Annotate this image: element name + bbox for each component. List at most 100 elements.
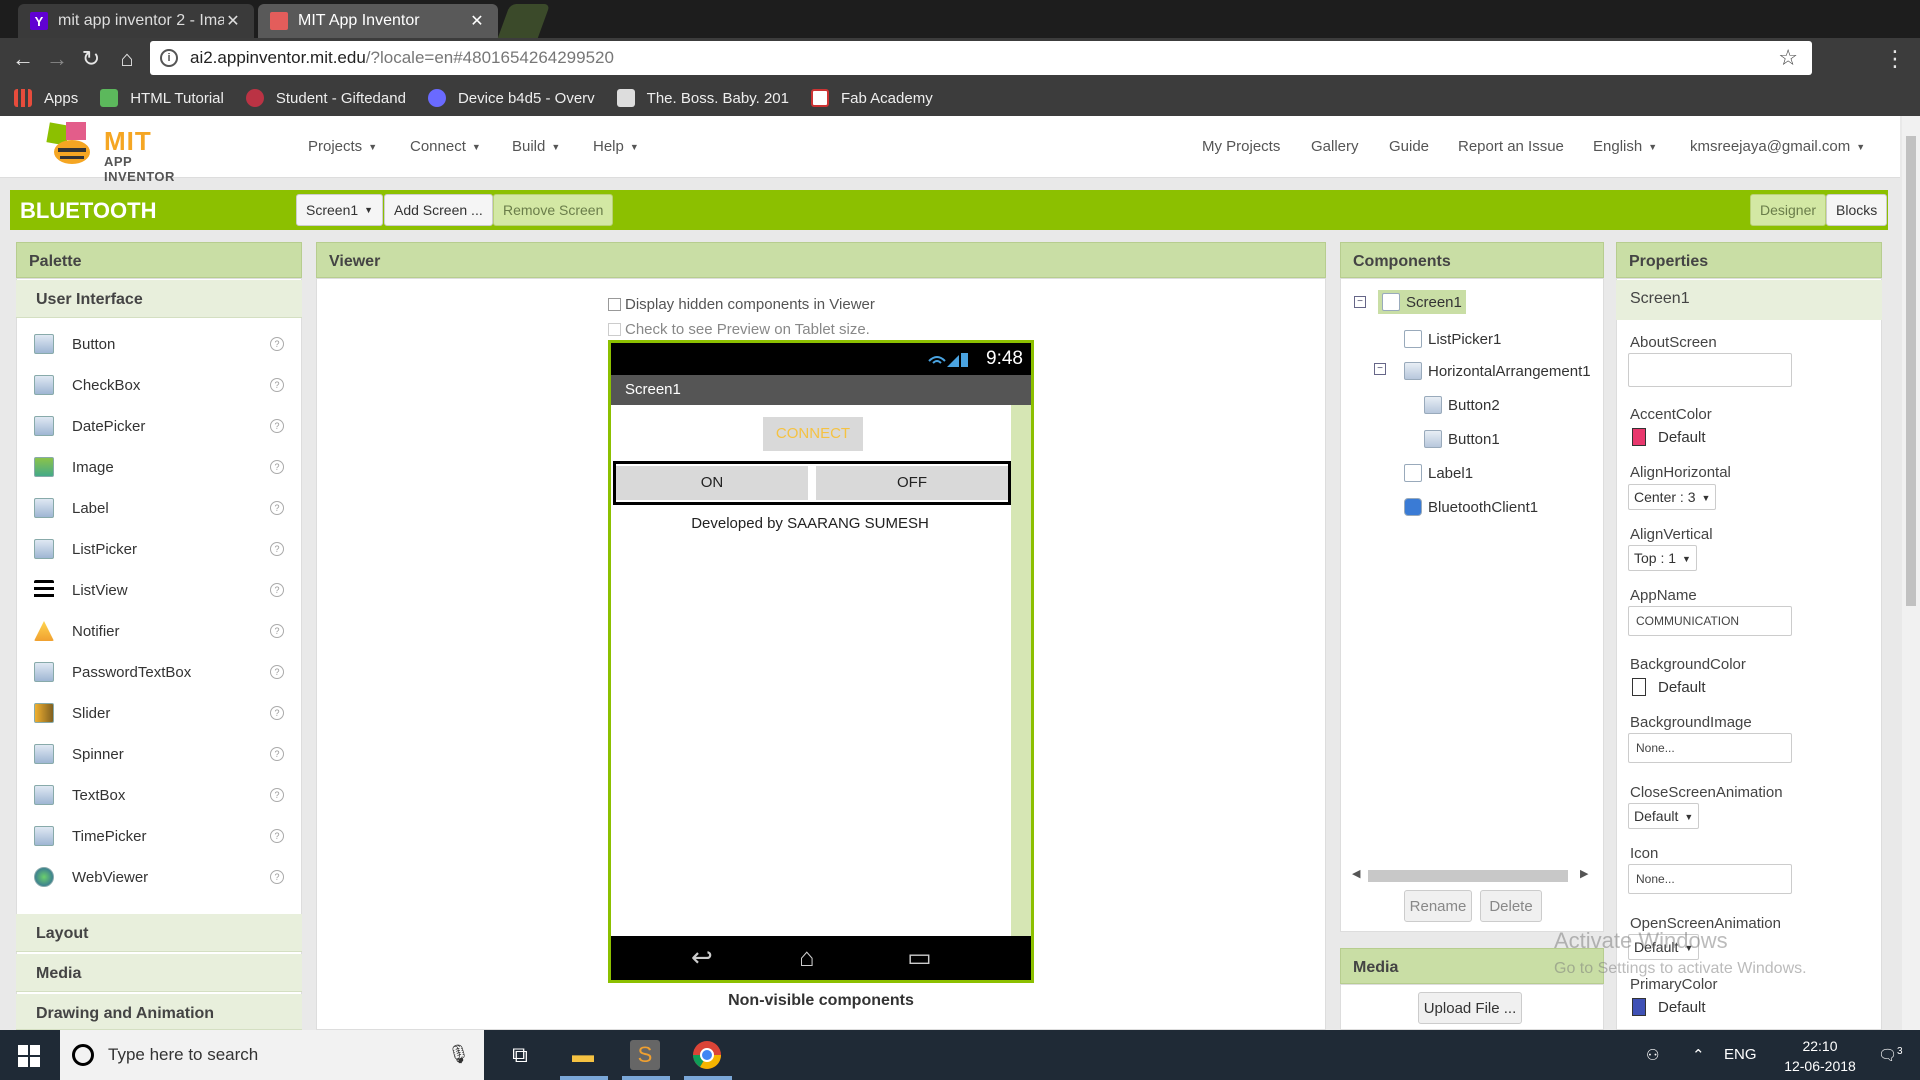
remove-screen-button[interactable]: Remove Screen <box>493 194 614 226</box>
link-gallery[interactable]: Gallery <box>1311 138 1359 155</box>
collapse-icon[interactable]: − <box>1354 296 1366 308</box>
help-icon[interactable]: ? <box>270 624 284 638</box>
upload-file-button[interactable]: Upload File ... <box>1418 992 1522 1024</box>
screen-select[interactable]: Screen1 ▼ <box>296 194 384 226</box>
tree-bluetoothclient1[interactable]: BluetoothClient1 <box>1404 498 1538 516</box>
palette-item-passwordtextbox[interactable]: PasswordTextBox? <box>16 652 302 692</box>
link-guide[interactable]: Guide <box>1389 138 1429 155</box>
help-icon[interactable]: ? <box>270 460 284 474</box>
palette-item-checkbox[interactable]: CheckBox? <box>16 365 302 405</box>
tray-chevron-icon[interactable]: ⌃ <box>1692 1046 1705 1064</box>
display-hidden-checkbox[interactable]: Display hidden components in Viewer <box>608 296 875 313</box>
task-view-icon[interactable]: ⧉ <box>505 1040 535 1070</box>
help-icon[interactable]: ? <box>270 583 284 597</box>
connect-listpicker[interactable]: CONNECT <box>763 417 863 451</box>
help-icon[interactable]: ? <box>270 829 284 843</box>
help-icon[interactable]: ? <box>270 665 284 679</box>
palette-section-layout[interactable]: Layout <box>16 914 302 952</box>
mit-app-inventor-logo[interactable]: MIT APP INVENTOR <box>44 120 204 184</box>
palette-item-spinner[interactable]: Spinner? <box>16 734 302 774</box>
on-button[interactable]: ON <box>616 466 808 500</box>
components-hscroll[interactable]: ◀ ▶ <box>1348 866 1598 884</box>
info-icon[interactable]: i <box>160 49 178 67</box>
tablet-preview-checkbox[interactable]: Check to see Preview on Tablet size. <box>608 321 870 338</box>
palette-item-textbox[interactable]: TextBox? <box>16 775 302 815</box>
taskbar-search-box[interactable]: Type here to search 🎙 <box>60 1030 484 1080</box>
palette-item-timepicker[interactable]: TimePicker? <box>16 816 302 856</box>
add-screen-button[interactable]: Add Screen ... <box>384 194 493 226</box>
palette-item-listpicker[interactable]: ListPicker? <box>16 529 302 569</box>
reload-icon[interactable]: ↻ <box>78 46 104 72</box>
tree-horizontalarrangement1[interactable]: HorizontalArrangement1 <box>1404 362 1591 380</box>
scroll-left-icon[interactable]: ◀ <box>1352 867 1360 880</box>
address-bar[interactable]: i ai2.appinventor.mit.edu/?locale=en#480… <box>150 41 1812 75</box>
new-tab-button[interactable] <box>497 4 551 38</box>
primary-color-picker[interactable]: Default <box>1632 998 1706 1016</box>
blocks-button[interactable]: Blocks <box>1826 194 1888 226</box>
bookmark-html-tutorial[interactable]: HTML Tutorial <box>100 89 224 107</box>
palette-item-datepicker[interactable]: DatePicker? <box>16 406 302 446</box>
help-icon[interactable]: ? <box>270 870 284 884</box>
tree-label1[interactable]: Label1 <box>1404 464 1473 482</box>
browser-tab-app-inventor[interactable]: MIT App Inventor ✕ <box>258 4 498 38</box>
bookmark-fab-academy[interactable]: Fab Academy <box>810 89 933 107</box>
checkbox-box[interactable] <box>608 323 621 336</box>
palette-item-image[interactable]: Image? <box>16 447 302 487</box>
tree-listpicker1[interactable]: ListPicker1 <box>1404 330 1501 348</box>
link-my-projects[interactable]: My Projects <box>1202 138 1280 155</box>
collapse-icon[interactable]: − <box>1374 363 1386 375</box>
designer-button[interactable]: Designer <box>1750 194 1827 226</box>
close-animation-select[interactable]: Default ▼ <box>1628 803 1700 829</box>
icon-picker[interactable]: None... <box>1628 864 1792 894</box>
home-icon[interactable]: ⌂ <box>114 46 140 72</box>
tab-close-icon[interactable]: ✕ <box>224 11 242 31</box>
align-vertical-select[interactable]: Top : 1 ▼ <box>1628 545 1697 571</box>
windows-start-icon[interactable] <box>18 1045 40 1067</box>
checkbox-box[interactable] <box>608 298 621 311</box>
off-button[interactable]: OFF <box>816 466 1008 500</box>
file-explorer-icon[interactable]: ▬ <box>568 1040 598 1070</box>
help-icon[interactable]: ? <box>270 747 284 761</box>
people-icon[interactable]: ⚇ <box>1646 1046 1659 1064</box>
microphone-icon[interactable]: 🎙 <box>447 1044 470 1065</box>
palette-section-media[interactable]: Media <box>16 954 302 992</box>
notifications-icon[interactable]: 🗨3 <box>1878 1046 1903 1064</box>
language-indicator[interactable]: ENG <box>1724 1046 1757 1063</box>
appname-input[interactable]: COMMUNICATION <box>1628 606 1792 636</box>
help-icon[interactable]: ? <box>270 542 284 556</box>
accent-color-picker[interactable]: Default <box>1632 428 1706 446</box>
palette-item-listview[interactable]: ListView? <box>16 570 302 610</box>
help-icon[interactable]: ? <box>270 706 284 720</box>
help-icon[interactable]: ? <box>270 419 284 433</box>
palette-section-drawing-animation[interactable]: Drawing and Animation <box>16 994 302 1030</box>
back-arrow-icon[interactable]: ← <box>10 46 36 72</box>
rename-button[interactable]: Rename <box>1404 890 1472 922</box>
sublime-text-icon[interactable]: S <box>630 1040 660 1070</box>
link-report-issue[interactable]: Report an Issue <box>1458 138 1564 155</box>
about-screen-textarea[interactable] <box>1628 353 1792 387</box>
horizontal-arrangement[interactable]: ON OFF <box>613 461 1011 505</box>
taskbar-clock[interactable]: 22:10 12-06-2018 <box>1770 1036 1870 1076</box>
bookmark-boss-baby[interactable]: The. Boss. Baby. 201 <box>616 89 789 107</box>
tree-button2[interactable]: Button2 <box>1424 396 1500 414</box>
background-image-picker[interactable]: None... <box>1628 733 1792 763</box>
chrome-icon[interactable] <box>692 1040 722 1070</box>
help-icon[interactable]: ? <box>270 378 284 392</box>
bookmark-apps[interactable]: Apps <box>14 89 78 107</box>
scroll-thumb[interactable] <box>1368 870 1568 882</box>
help-icon[interactable]: ? <box>270 337 284 351</box>
menu-help[interactable]: Help ▼ <box>593 138 639 155</box>
scrollbar-thumb[interactable] <box>1906 136 1916 606</box>
browser-tab-yahoo[interactable]: Y mit app inventor 2 - Imal ✕ <box>18 4 254 38</box>
tree-button1[interactable]: Button1 <box>1424 430 1500 448</box>
bookmark-star-icon[interactable]: ☆ <box>1778 45 1798 71</box>
menu-projects[interactable]: Projects ▼ <box>308 138 377 155</box>
palette-item-webviewer[interactable]: WebViewer? <box>16 857 302 897</box>
palette-item-notifier[interactable]: Notifier? <box>16 611 302 651</box>
scroll-right-icon[interactable]: ▶ <box>1580 867 1588 880</box>
palette-item-button[interactable]: Button? <box>16 324 302 364</box>
tab-close-icon[interactable]: ✕ <box>468 11 486 31</box>
palette-item-slider[interactable]: Slider? <box>16 693 302 733</box>
background-color-picker[interactable]: Default <box>1632 678 1706 696</box>
menu-connect[interactable]: Connect ▼ <box>410 138 481 155</box>
